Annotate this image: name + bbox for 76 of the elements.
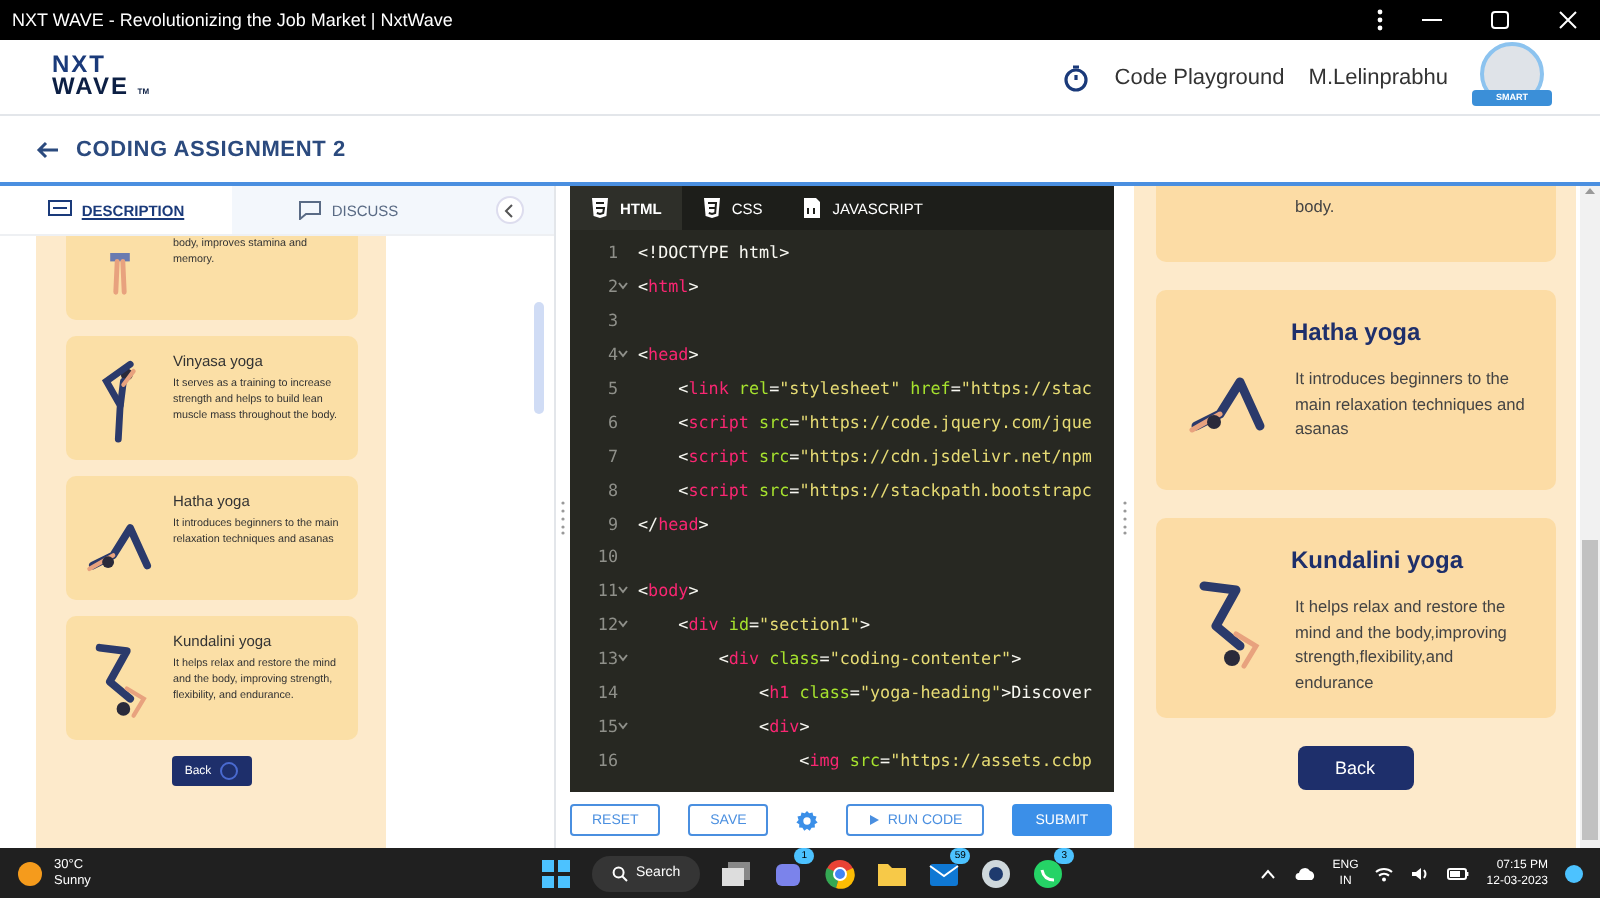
browser-icon[interactable] <box>824 857 857 889</box>
user-name: M.Lelinprabhu <box>1308 65 1448 89</box>
scrollbar-thumb[interactable] <box>534 302 544 414</box>
css3-icon <box>701 198 722 218</box>
html5-icon <box>590 198 610 218</box>
app-icon[interactable] <box>980 857 1013 889</box>
line-number: 12 <box>595 614 618 635</box>
line-number: 13 <box>595 648 618 669</box>
code-playground-link[interactable]: Code Playground <box>1114 65 1285 89</box>
card-title: Kundalini yoga <box>1291 546 1466 574</box>
code-line: <div> <box>757 715 810 736</box>
code-line: <h1 class="yoga-heading">Discover <box>757 682 1092 703</box>
line-number: 6 <box>605 411 618 432</box>
collapse-button[interactable] <box>495 196 523 224</box>
code-line: <img src="https://assets.ccbp <box>797 749 1092 770</box>
line-number: 2 <box>605 276 618 297</box>
code-line: <div class="coding-contenter"> <box>716 648 1022 669</box>
line-number: 11 <box>595 580 618 601</box>
code-line: <script src="https://cdn.jsdelivr.net/npm <box>676 445 1092 466</box>
windows-start-icon[interactable] <box>540 857 572 889</box>
drag-handle-icon[interactable] <box>560 499 566 535</box>
task-view-icon[interactable] <box>720 857 753 889</box>
card-title: Hatha yoga <box>1291 318 1423 346</box>
ring-icon <box>219 762 238 780</box>
code-line: <head> <box>638 344 699 365</box>
back-arrow-icon[interactable] <box>36 139 60 159</box>
line-number: 15 <box>595 715 618 736</box>
scrollbar-thumb[interactable] <box>1582 540 1598 840</box>
fold-caret-icon[interactable] <box>618 620 628 629</box>
card-description: body. <box>1293 194 1335 219</box>
wifi-icon[interactable] <box>1374 865 1395 881</box>
code-line: <body> <box>638 580 699 601</box>
stopwatch-icon[interactable] <box>1062 63 1091 91</box>
line-number: 5 <box>605 378 618 398</box>
line-number: 4 <box>605 344 618 365</box>
code-line: <html> <box>638 276 699 297</box>
code-line: <div id="section1"> <box>676 614 871 635</box>
chevron-up-icon[interactable] <box>1260 867 1277 879</box>
line-number: 8 <box>605 479 618 500</box>
chat-app-icon[interactable] <box>1032 857 1065 889</box>
fold-caret-icon[interactable] <box>618 350 628 359</box>
window-title: NXT WAVE - Revolutionizing the Job Market | NxtWave <box>12 10 455 30</box>
line-number: 7 <box>605 445 618 466</box>
line-number: 1 <box>605 242 618 263</box>
file-icon <box>802 198 823 218</box>
line-number: 9 <box>605 513 618 534</box>
fold-caret-icon[interactable] <box>618 654 628 663</box>
line-number: 10 <box>595 546 618 567</box>
code-line: <script src="https://code.jquery.com/jque <box>676 411 1092 432</box>
line-number: 14 <box>595 682 618 703</box>
search-icon <box>612 865 628 881</box>
code-line: </head> <box>638 513 709 534</box>
code-line: <script src="https://stackpath.bootstrapc <box>676 479 1092 500</box>
cloud-icon[interactable] <box>1292 865 1317 881</box>
fold-caret-icon[interactable] <box>618 282 628 291</box>
settings-icon[interactable] <box>796 809 819 831</box>
chevron-left-icon <box>504 203 514 217</box>
code-line: <!DOCTYPE html> <box>638 242 790 263</box>
speaker-icon[interactable] <box>1410 865 1431 881</box>
line-number: 16 <box>595 749 618 770</box>
back-button[interactable]: Back <box>1297 746 1413 790</box>
card-description: It helps relax and restore the mind and the body,improving strength,flexibility,and endurance <box>1293 594 1509 694</box>
drag-handle-icon[interactable] <box>1121 499 1127 535</box>
page-title: CODING ASSIGNMENT 2 <box>76 137 346 161</box>
code-line: <link rel="stylesheet" href="https://stac <box>676 378 1092 398</box>
more-menu-icon[interactable] <box>1376 8 1384 32</box>
line-number: 3 <box>605 310 618 331</box>
battery-icon[interactable] <box>1446 865 1471 881</box>
fold-caret-icon[interactable] <box>618 586 628 595</box>
sun-icon[interactable] <box>16 859 44 887</box>
document-icon <box>47 200 72 220</box>
notification-icon[interactable] <box>1564 863 1584 883</box>
play-icon <box>867 814 880 826</box>
fold-caret-icon[interactable] <box>618 721 628 730</box>
card-description: It introduces beginners to the main relaxation techniques and asanas <box>1293 366 1527 441</box>
chat-bubble-icon <box>297 200 322 220</box>
